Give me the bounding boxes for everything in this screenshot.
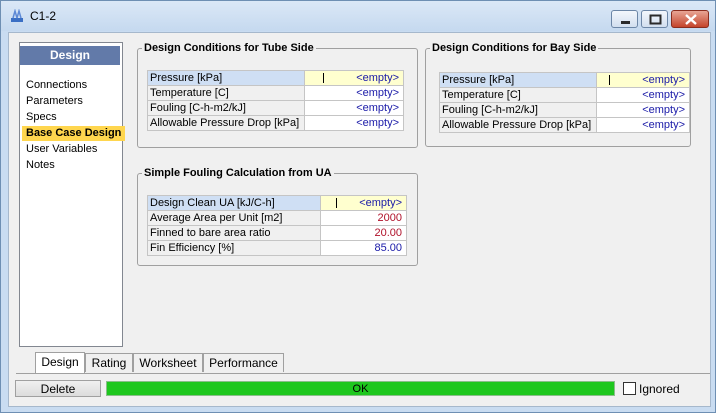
tube-side-table: Pressure [kPa] <empty> Temperature [C] <… <box>147 70 404 131</box>
close-icon <box>685 14 697 25</box>
tab-performance[interactable]: Performance <box>203 353 284 372</box>
table-row: Fouling [C-h-m2/kJ] <empty> <box>439 102 690 118</box>
bay-temperature-label: Temperature [C] <box>439 87 597 103</box>
bay-pressure-drop-value[interactable]: <empty> <box>596 117 690 133</box>
bay-pressure-value[interactable]: <empty> <box>596 72 690 88</box>
tube-pressure-value[interactable]: <empty> <box>304 70 404 86</box>
tube-temperature-label: Temperature [C] <box>147 85 305 101</box>
avg-area-value[interactable]: 2000 <box>320 210 407 226</box>
ignored-checkbox[interactable] <box>623 382 636 395</box>
bay-side-table: Pressure [kPa] <empty> Temperature [C] <… <box>439 72 690 133</box>
tube-fouling-value[interactable]: <empty> <box>304 100 404 116</box>
fouling-calc-group: Simple Fouling Calculation from UA Desig… <box>137 167 418 266</box>
bay-pressure-drop-label: Allowable Pressure Drop [kPa] <box>439 117 597 133</box>
text-cursor <box>609 75 611 86</box>
table-row: Fin Efficiency [%] 85.00 <box>147 240 407 256</box>
table-row: Average Area per Unit [m2] 2000 <box>147 210 407 226</box>
bay-pressure-text: <empty> <box>642 74 685 86</box>
bay-fouling-value[interactable]: <empty> <box>596 102 690 118</box>
delete-button[interactable]: Delete <box>15 380 101 397</box>
bay-pressure-label: Pressure [kPa] <box>439 72 597 88</box>
ignored-label[interactable]: Ignored <box>639 382 680 396</box>
tube-pressure-drop-value[interactable]: <empty> <box>304 115 404 131</box>
design-nav: Design Connections Parameters Specs Base… <box>19 42 126 347</box>
close-button[interactable] <box>671 10 709 28</box>
table-row: Allowable Pressure Drop [kPa] <empty> <box>147 115 404 131</box>
tab-design[interactable]: Design <box>35 352 85 373</box>
tube-side-title: Design Conditions for Tube Side <box>144 42 314 54</box>
nav-item-base-case-design[interactable]: Base Case Design <box>22 126 126 141</box>
text-cursor <box>336 198 338 209</box>
fouling-calc-table: Design Clean UA [kJ/C-h] <empty> Average… <box>147 195 407 256</box>
tube-side-group: Design Conditions for Tube Side Pressure… <box>137 42 418 148</box>
table-row: Fouling [C-h-m2/kJ] <empty> <box>147 100 404 116</box>
table-row: Allowable Pressure Drop [kPa] <empty> <box>439 117 690 133</box>
client-area: Design Connections Parameters Specs Base… <box>8 32 711 407</box>
tube-pressure-text: <empty> <box>356 72 399 84</box>
bay-side-group: Design Conditions for Bay Side Pressure … <box>425 42 691 147</box>
tube-fouling-label: Fouling [C-h-m2/kJ] <box>147 100 305 116</box>
fin-efficiency-label: Fin Efficiency [%] <box>147 240 321 256</box>
clean-ua-label: Design Clean UA [kJ/C-h] <box>147 195 321 211</box>
minimize-button[interactable] <box>611 10 638 28</box>
table-row: Finned to bare area ratio 20.00 <box>147 225 407 241</box>
table-row: Pressure [kPa] <empty> <box>147 70 404 86</box>
status-bar: OK <box>106 381 615 396</box>
bay-temperature-value[interactable]: <empty> <box>596 87 690 103</box>
table-row: Pressure [kPa] <empty> <box>439 72 690 88</box>
bay-side-title: Design Conditions for Bay Side <box>432 42 597 54</box>
maximize-button[interactable] <box>641 10 668 28</box>
nav-item-notes[interactable]: Notes <box>26 158 55 173</box>
nav-item-connections[interactable]: Connections <box>26 78 87 93</box>
tab-worksheet[interactable]: Worksheet <box>133 353 203 372</box>
tube-pressure-label: Pressure [kPa] <box>147 70 305 86</box>
table-row: Design Clean UA [kJ/C-h] <empty> <box>147 195 407 211</box>
fouling-calc-title: Simple Fouling Calculation from UA <box>144 167 332 179</box>
title-bar[interactable]: C1-2 <box>1 1 715 31</box>
avg-area-label: Average Area per Unit [m2] <box>147 210 321 226</box>
table-row: Temperature [C] <empty> <box>439 87 690 103</box>
clean-ua-text: <empty> <box>359 197 402 209</box>
minimize-icon <box>621 21 630 24</box>
tab-rating[interactable]: Rating <box>85 353 133 372</box>
finned-ratio-value[interactable]: 20.00 <box>320 225 407 241</box>
window-title: C1-2 <box>30 9 57 23</box>
tab-divider <box>16 373 710 374</box>
nav-item-parameters[interactable]: Parameters <box>26 94 83 109</box>
clean-ua-value[interactable]: <empty> <box>320 195 407 211</box>
finned-ratio-label: Finned to bare area ratio <box>147 225 321 241</box>
tube-temperature-value[interactable]: <empty> <box>304 85 404 101</box>
window: C1-2 Design Connections Parameters Specs… <box>0 0 716 413</box>
nav-item-user-variables[interactable]: User Variables <box>26 142 97 157</box>
bay-fouling-label: Fouling [C-h-m2/kJ] <box>439 102 597 118</box>
nav-item-specs[interactable]: Specs <box>26 110 57 125</box>
table-row: Temperature [C] <empty> <box>147 85 404 101</box>
maximize-icon <box>649 14 662 25</box>
text-cursor <box>323 73 325 84</box>
nav-header: Design <box>20 46 120 65</box>
tube-pressure-drop-label: Allowable Pressure Drop [kPa] <box>147 115 305 131</box>
fin-efficiency-value[interactable]: 85.00 <box>320 240 407 256</box>
heat-exchanger-icon <box>11 9 23 22</box>
